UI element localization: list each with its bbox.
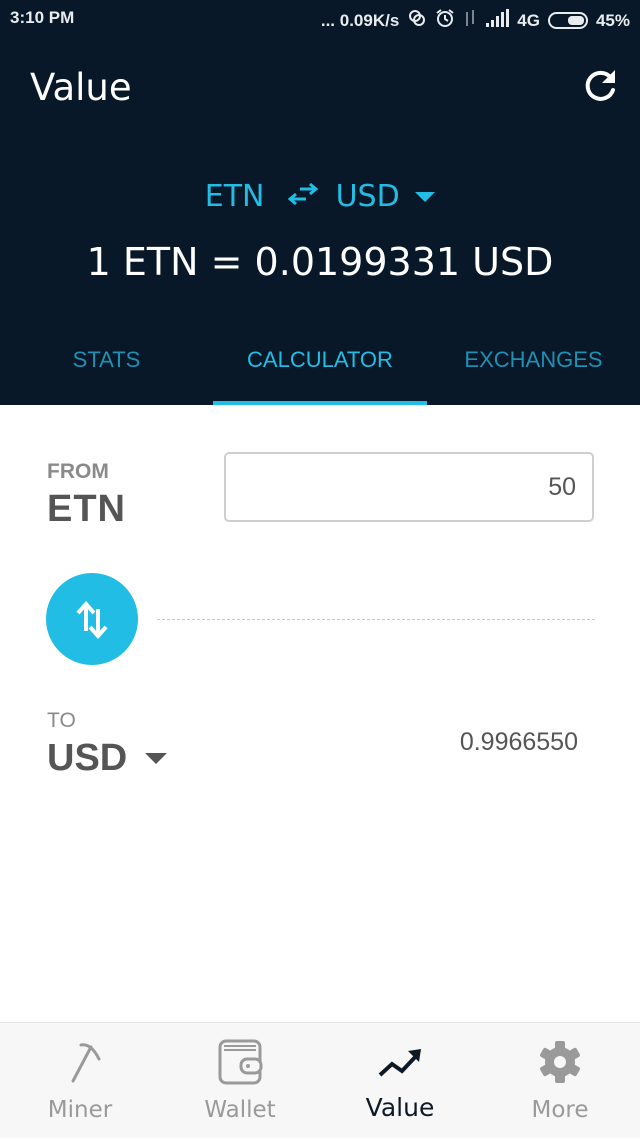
conversion-result: 0.9966550 xyxy=(459,728,578,756)
trending-up-icon xyxy=(378,1049,421,1077)
swap-vertical-icon xyxy=(76,600,108,640)
refresh-button[interactable] xyxy=(578,64,622,108)
to-currency: USD xyxy=(47,737,128,779)
caret-down-icon xyxy=(415,191,436,202)
battery-icon xyxy=(547,12,588,29)
nav-miner[interactable]: Miner xyxy=(0,1023,160,1138)
to-label: TO xyxy=(47,709,76,732)
nav-wallet[interactable]: Wallet xyxy=(160,1023,320,1138)
swap-horizontal-icon[interactable] xyxy=(287,179,319,214)
from-currency: ETN xyxy=(47,488,126,530)
nav-value[interactable]: Value xyxy=(320,1023,480,1138)
network-type: 4G xyxy=(517,10,540,30)
from-label: FROM xyxy=(47,460,109,483)
tab-calculator[interactable]: CALCULATOR xyxy=(213,330,427,405)
caret-down-icon xyxy=(145,753,168,764)
page-title: Value xyxy=(30,66,132,109)
bottom-navigation: Miner Wallet Value More xyxy=(0,1022,640,1138)
alarm-icon xyxy=(435,8,455,33)
data-transfer-icon xyxy=(463,8,477,33)
nav-more[interactable]: More xyxy=(480,1023,640,1138)
tab-bar: STATS CALCULATOR EXCHANGES xyxy=(0,330,640,405)
nav-label: More xyxy=(531,1097,589,1123)
status-time: 3:10 PM xyxy=(10,8,75,27)
pickaxe-icon xyxy=(71,1043,101,1083)
tab-stats[interactable]: STATS xyxy=(0,330,213,405)
tab-exchanges[interactable]: EXCHANGES xyxy=(427,330,640,405)
refresh-icon xyxy=(585,70,615,101)
sync-icon xyxy=(407,8,427,33)
network-speed: ... 0.09K/s xyxy=(320,10,400,30)
divider xyxy=(157,619,595,620)
nav-label: Wallet xyxy=(204,1097,276,1123)
nav-label: Value xyxy=(365,1093,435,1122)
exchange-rate: 1 ETN = 0.0199331 USD xyxy=(86,240,554,284)
status-bar: 3:10 PM ... 0.09K/s 4G 45% xyxy=(0,0,640,36)
quote-currency[interactable]: USD xyxy=(336,179,400,214)
nav-label: Miner xyxy=(47,1097,113,1123)
gear-icon xyxy=(540,1041,580,1083)
to-currency-selector[interactable]: USD xyxy=(47,737,168,780)
amount-input[interactable] xyxy=(224,452,594,522)
wallet-icon xyxy=(218,1039,263,1085)
currency-pair-selector[interactable]: ETN USD xyxy=(0,178,640,214)
base-currency: ETN xyxy=(204,179,265,214)
status-indicators: ... 0.09K/s 4G 45% xyxy=(321,8,630,33)
signal-icon xyxy=(485,9,510,32)
swap-currencies-button[interactable] xyxy=(46,573,138,665)
battery-percent: 45% xyxy=(595,10,630,30)
